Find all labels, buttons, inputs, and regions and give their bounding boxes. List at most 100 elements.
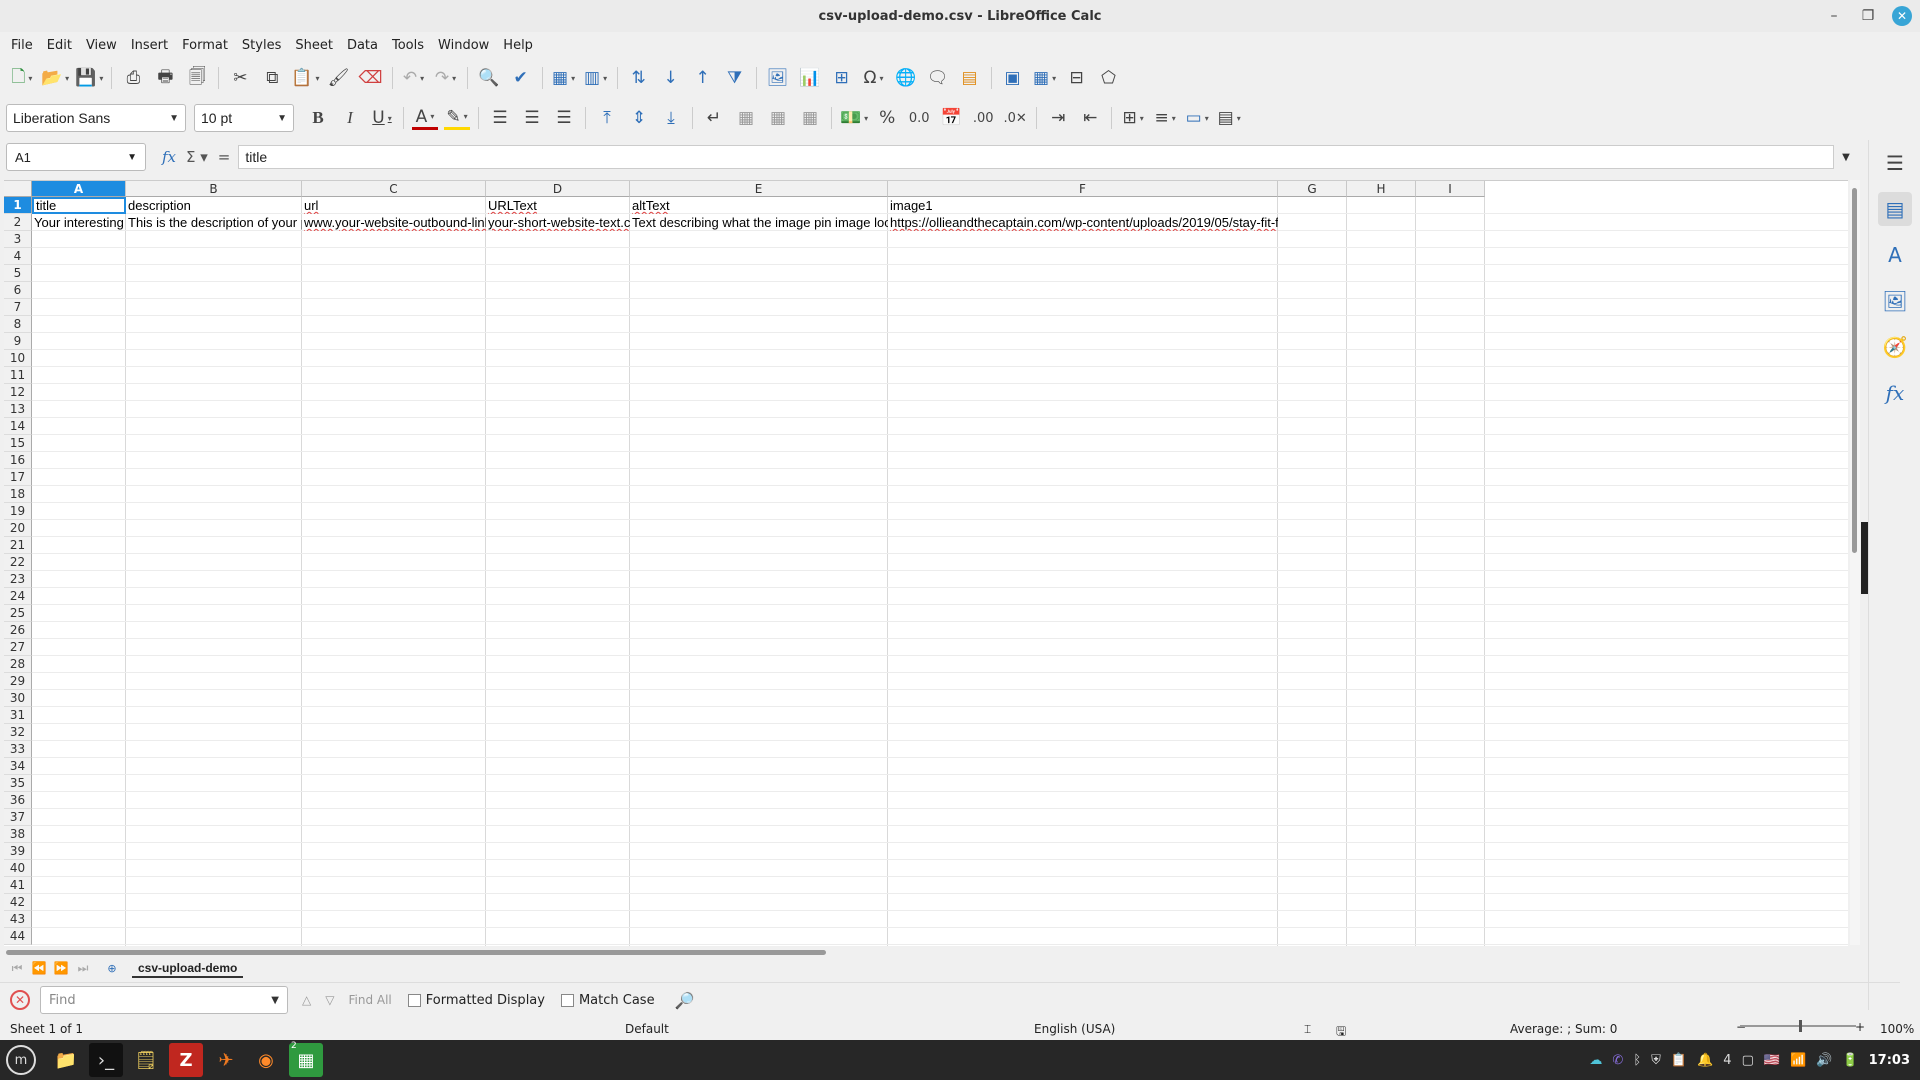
row-header[interactable]: 42 — [4, 894, 32, 911]
find-next-icon[interactable]: ▽ — [325, 993, 334, 1007]
menu-window[interactable]: Window — [431, 38, 496, 53]
close-find-bar-icon[interactable]: ✕ — [10, 990, 30, 1010]
row-header[interactable]: 40 — [4, 860, 32, 877]
border-style-icon[interactable]: ≡ ▾ — [1152, 104, 1178, 132]
column-header-e[interactable]: E — [630, 181, 888, 197]
row-header[interactable]: 11 — [4, 367, 32, 384]
align-right-icon[interactable]: ☰ — [551, 104, 577, 132]
libreoffice-calc-icon[interactable]: ▦ 2 — [289, 1041, 323, 1077]
sort-descending-icon[interactable]: ↑ — [690, 64, 716, 92]
add-decimal-icon[interactable]: .00 — [970, 104, 996, 132]
wrap-text-icon[interactable]: ↵ — [701, 104, 727, 132]
row-header[interactable]: 41 — [4, 877, 32, 894]
show-draw-functions-icon[interactable]: ⬠ — [1096, 64, 1122, 92]
row-header[interactable]: 21 — [4, 537, 32, 554]
terminal-icon[interactable]: ›_ — [89, 1043, 123, 1077]
row-header[interactable]: 6 — [4, 282, 32, 299]
row-header[interactable]: 13 — [4, 401, 32, 418]
column-icon[interactable]: ▥ ▾ — [583, 64, 609, 92]
split-window-icon[interactable]: ⊟ — [1064, 64, 1090, 92]
undo-icon[interactable]: ↶ ▾ — [401, 64, 427, 92]
row-header[interactable]: 22 — [4, 554, 32, 571]
first-sheet-icon[interactable]: ⏮ — [6, 961, 28, 976]
insert-image-icon[interactable]: 🖼 — [765, 64, 791, 92]
row-header[interactable]: 5 — [4, 265, 32, 282]
formatted-display-checkbox[interactable]: Formatted Display — [407, 993, 545, 1008]
row-header[interactable]: 24 — [4, 588, 32, 605]
pivot-table-icon[interactable]: ⊞ — [829, 64, 855, 92]
row-header[interactable]: 17 — [4, 469, 32, 486]
zoom-out-icon[interactable]: − — [1736, 1020, 1746, 1034]
page-style[interactable]: Default — [625, 1022, 669, 1036]
scrollbar-thumb[interactable] — [1852, 188, 1857, 553]
currency-icon[interactable]: 💵 ▾ — [840, 104, 868, 132]
cut-icon[interactable]: ✂ — [227, 64, 253, 92]
menu-view[interactable]: View — [79, 38, 124, 53]
cell-c1[interactable]: url — [302, 197, 486, 214]
autofilter-icon[interactable]: ⧩ — [722, 64, 748, 92]
chevron-down-icon[interactable]: ▼ — [277, 113, 287, 124]
spelling-icon[interactable]: ✔ — [508, 64, 534, 92]
menu-help[interactable]: Help — [496, 38, 540, 53]
border-color-icon[interactable]: ▭ ▾ — [1184, 104, 1210, 132]
row-header[interactable]: 30 — [4, 690, 32, 707]
print-preview-icon[interactable]: 🗐 — [184, 64, 210, 92]
row-header[interactable]: 33 — [4, 741, 32, 758]
minimize-icon[interactable]: – — [1824, 6, 1844, 26]
underline-icon[interactable]: U ▾ — [369, 104, 395, 132]
viber-icon[interactable]: ✆ — [1612, 1053, 1623, 1068]
highlight-color-icon[interactable]: ✎ ▾ — [444, 107, 470, 130]
row-header[interactable]: 20 — [4, 520, 32, 537]
chevron-down-icon[interactable]: ▼ — [271, 995, 279, 1006]
row-icon[interactable]: ▦ ▾ — [551, 64, 577, 92]
conditional-format-icon[interactable]: ▤ ▾ — [1216, 104, 1242, 132]
battery-icon[interactable]: 🔋 — [1842, 1053, 1858, 1068]
find-previous-icon[interactable]: △ — [302, 993, 311, 1007]
find-replace-icon[interactable]: 🔎 — [675, 991, 695, 1010]
clone-formatting-icon[interactable]: 🖌 — [326, 64, 352, 92]
next-sheet-icon[interactable]: ⏩ — [50, 961, 72, 975]
find-input[interactable]: Find ▼ — [40, 986, 288, 1014]
row-header[interactable]: 43 — [4, 911, 32, 928]
row-header[interactable]: 18 — [4, 486, 32, 503]
menu-sheet[interactable]: Sheet — [288, 38, 340, 53]
align-middle-icon[interactable]: ⇕ — [626, 104, 652, 132]
maximize-icon[interactable]: ❐ — [1858, 6, 1878, 26]
column-header-a[interactable]: A — [32, 181, 126, 197]
clock[interactable]: 17:03 — [1869, 1053, 1910, 1068]
row-header[interactable]: 44 — [4, 928, 32, 945]
row-header[interactable]: 28 — [4, 656, 32, 673]
add-sheet-icon[interactable]: ⊕ — [102, 959, 122, 977]
row-header[interactable]: 12 — [4, 384, 32, 401]
unmerge-cells-icon[interactable]: ▦ — [797, 104, 823, 132]
column-header-c[interactable]: C — [302, 181, 486, 197]
sum-icon[interactable]: Σ ▾ — [186, 148, 208, 166]
font-color-icon[interactable]: A ▾ — [412, 107, 438, 130]
menu-edit[interactable]: Edit — [40, 38, 79, 53]
row-header[interactable]: 31 — [4, 707, 32, 724]
last-sheet-icon[interactable]: ⏭ — [72, 961, 94, 976]
row-header[interactable]: 7 — [4, 299, 32, 316]
menu-tools[interactable]: Tools — [385, 38, 431, 53]
sheet-tab[interactable]: csv-upload-demo — [132, 958, 244, 978]
cell-e1[interactable]: altText — [630, 197, 888, 214]
align-center-icon[interactable]: ☰ — [519, 104, 545, 132]
column-header-g[interactable]: G — [1278, 181, 1347, 197]
notification-icon[interactable]: 🔔 — [1697, 1053, 1713, 1068]
chevron-down-icon[interactable]: ▼ — [127, 152, 137, 163]
notes-icon[interactable]: 🗒 — [129, 1043, 163, 1077]
row-header[interactable]: 14 — [4, 418, 32, 435]
filezilla-icon[interactable]: Z — [169, 1043, 203, 1077]
checkbox-box[interactable] — [560, 993, 574, 1007]
row-header[interactable]: 34 — [4, 758, 32, 775]
column-header-i[interactable]: I — [1416, 181, 1485, 197]
cell-f2[interactable]: https://ollieandthecaptain.com/wp-conten… — [888, 214, 1278, 231]
select-all-corner[interactable] — [4, 181, 32, 197]
workspace-icon[interactable]: ▢ — [1742, 1053, 1754, 1068]
insert-chart-icon[interactable]: 📊 — [797, 64, 823, 92]
vertical-scrollbar[interactable] — [1850, 180, 1860, 945]
horizontal-scrollbar[interactable] — [4, 948, 1848, 956]
font-name-box[interactable]: Liberation Sans ▼ — [6, 104, 186, 132]
scrollbar-thumb[interactable] — [6, 950, 826, 955]
function-wizard-icon[interactable]: fx — [162, 148, 176, 166]
